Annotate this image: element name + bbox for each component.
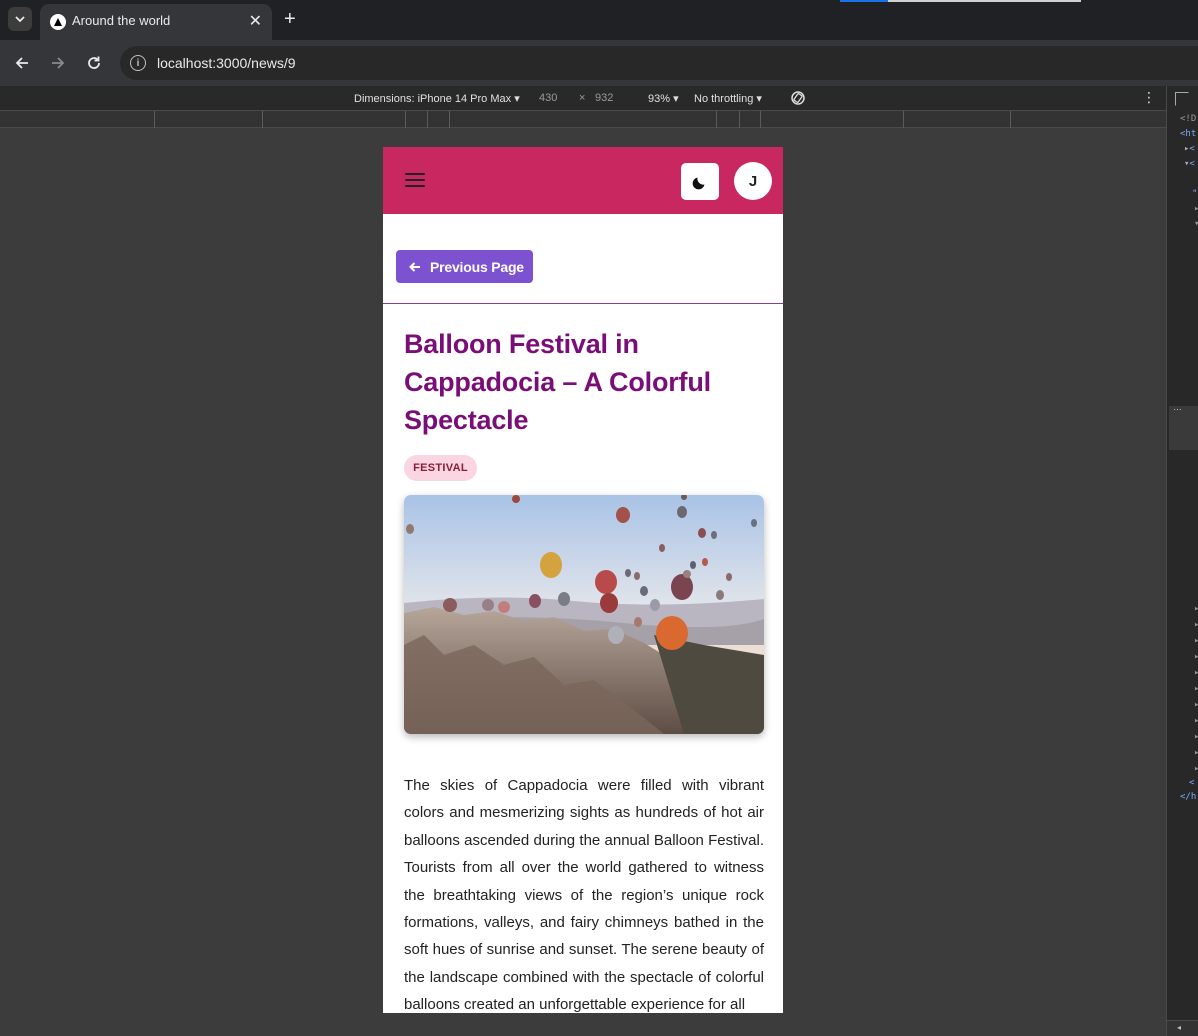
arrow-left-icon (15, 57, 28, 69)
panel-horizontal-scrollbar[interactable]: ◂ (1167, 1020, 1198, 1036)
device-height-input[interactable]: 932 (595, 92, 613, 104)
tab-strip-indicator-light (888, 0, 1081, 2)
dom-line[interactable]: " (1192, 189, 1197, 199)
dom-line[interactable]: ▸ (1194, 700, 1198, 710)
reload-button[interactable] (83, 52, 105, 74)
theme-toggle-button[interactable] (681, 163, 719, 200)
dom-line[interactable]: ▸ (1194, 684, 1198, 694)
favicon-icon (50, 14, 66, 30)
dom-line[interactable]: ▾< (1184, 159, 1195, 169)
dom-line[interactable]: ▸ (1194, 748, 1198, 758)
dom-line[interactable]: ▸ (1194, 636, 1198, 646)
header-divider (383, 303, 783, 304)
previous-page-button[interactable]: Previous Page (396, 250, 533, 283)
rotate-icon[interactable] (790, 90, 806, 109)
dom-line[interactable]: ▸ (1194, 652, 1198, 662)
article-image (404, 495, 764, 734)
dom-line[interactable]: ▸ (1194, 732, 1198, 742)
browser-tab-bar: Around the world ✕ + (0, 0, 1198, 40)
app-header: J (383, 147, 783, 214)
dom-line[interactable]: ▾ (1194, 219, 1198, 229)
back-button[interactable] (11, 52, 33, 74)
device-dimensions-select[interactable]: Dimensions: iPhone 14 Pro Max ▾ (354, 92, 520, 105)
more-options-icon[interactable]: ⋮ (1142, 90, 1156, 104)
device-toolbar: Dimensions: iPhone 14 Pro Max ▾ 430 × 93… (0, 86, 1166, 111)
dom-line[interactable]: ▸ (1194, 668, 1198, 678)
dom-line[interactable]: ▸ (1194, 204, 1198, 214)
inspect-element-icon[interactable] (1175, 92, 1189, 106)
omnibox[interactable]: i localhost:3000/news/9 (120, 46, 1198, 80)
tab-search-button[interactable] (8, 7, 32, 31)
arrow-left-icon (409, 261, 420, 272)
dimension-separator: × (579, 92, 586, 104)
forward-button[interactable] (47, 52, 69, 74)
device-width-input[interactable]: 430 (539, 92, 557, 104)
dom-line[interactable]: ▸ (1194, 764, 1198, 774)
dom-line[interactable]: ▸< (1184, 144, 1195, 154)
browser-tab[interactable]: Around the world ✕ (40, 4, 272, 40)
dom-line[interactable]: ▸ (1194, 620, 1198, 630)
devtools-elements-panel: <!D <ht ▸< ▾< " ▸ ▾ … ▸ ▸ ▸ ▸ ▸ ▸ ▸ ▸ ▸ … (1166, 86, 1198, 1036)
dom-line[interactable]: <!D (1180, 114, 1196, 124)
dom-line[interactable]: </h (1180, 792, 1196, 802)
close-icon[interactable]: ✕ (249, 11, 262, 31)
hamburger-menu-icon[interactable] (405, 172, 425, 188)
zoom-select[interactable]: 93% ▾ (648, 92, 679, 105)
dom-line[interactable]: ▸ (1194, 604, 1198, 614)
address-bar: i localhost:3000/news/9 (0, 40, 1198, 86)
category-badge[interactable]: FESTIVAL (404, 455, 477, 481)
dom-line[interactable]: ▸ (1194, 716, 1198, 726)
dom-line[interactable]: <ht (1180, 129, 1196, 139)
avatar[interactable]: J (734, 162, 772, 200)
article-body: The skies of Cappadocia were filled with… (404, 777, 764, 1013)
reload-icon (88, 56, 100, 69)
device-viewport: J Previous Page Balloon Festival in Capp… (383, 147, 783, 1013)
arrow-right-icon (52, 57, 65, 69)
dom-line[interactable]: < (1189, 778, 1194, 788)
url-text[interactable]: localhost:3000/news/9 (157, 55, 296, 71)
throttling-select[interactable]: No throttling ▾ (694, 92, 762, 105)
new-tab-button[interactable]: + (284, 8, 296, 30)
article-title: Balloon Festival in Cappadocia – A Color… (404, 329, 711, 435)
tab-title: Around the world (72, 13, 171, 28)
media-query-ruler (0, 111, 1166, 128)
panel-scroll-thumb[interactable]: … (1169, 402, 1198, 450)
site-info-icon[interactable]: i (130, 55, 146, 71)
moon-icon (692, 177, 705, 189)
tab-strip-indicator (840, 0, 888, 2)
chevron-down-icon (15, 16, 25, 23)
previous-page-label: Previous Page (430, 258, 524, 275)
